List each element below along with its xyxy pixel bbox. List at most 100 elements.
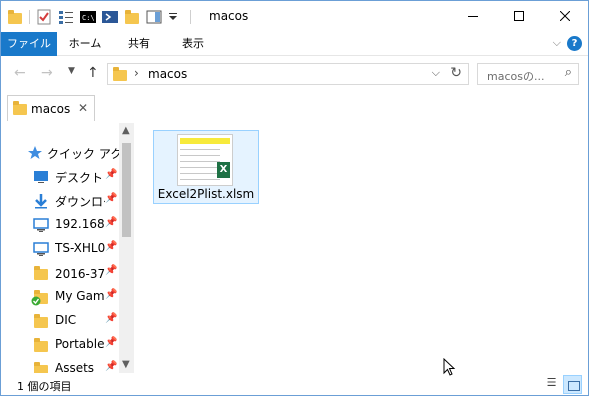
- scroll-down-icon[interactable]: ▼: [122, 359, 130, 370]
- title-bar: C:\ macos: [1, 1, 588, 32]
- status-bar: 1 個の項目 ☰: [1, 374, 588, 396]
- tab-home[interactable]: ホーム: [63, 32, 107, 56]
- pin-icon[interactable]: 📌: [105, 337, 117, 348]
- scroll-up-icon[interactable]: ▲: [122, 125, 130, 136]
- star-icon: [27, 145, 43, 161]
- folder-sync-icon: [31, 289, 49, 306]
- sidebar-item-2016[interactable]: 2016-37日 📌: [1, 261, 119, 285]
- pin-icon[interactable]: 📌: [105, 313, 117, 324]
- sidebar-item-network-ts-xhl[interactable]: TS-XHL0 📌: [1, 237, 119, 261]
- excel-icon: X: [217, 162, 230, 178]
- sidebar-item-portable[interactable]: Portable 📌: [1, 333, 119, 357]
- network-pc-icon: [33, 241, 49, 257]
- folder-icon: [33, 313, 49, 329]
- breadcrumb-chevron-icon[interactable]: ›: [134, 66, 139, 80]
- new-folder-icon[interactable]: [124, 9, 140, 25]
- minimize-button[interactable]: [450, 1, 496, 31]
- sidebar-item-label: DIC: [55, 313, 77, 327]
- pin-icon[interactable]: 📌: [105, 169, 117, 180]
- tab-share[interactable]: 共有: [117, 32, 161, 56]
- folder-icon: [33, 337, 49, 353]
- navigation-pane: クイック アクセス デスクトップ 📌 ダウンロード 📌 192.168.0 📌: [1, 123, 134, 373]
- search-icon: ⌕: [564, 65, 572, 80]
- sidebar-item-label: My Game: [55, 289, 105, 303]
- back-arrow-icon[interactable]: ←: [14, 65, 26, 81]
- up-arrow-icon[interactable]: ↑: [87, 65, 99, 81]
- folder-tab-label: macos: [31, 102, 71, 116]
- folder-icon: [33, 265, 49, 281]
- svg-text:C:\: C:\: [82, 14, 95, 22]
- sidebar-item-label: ダウンロード: [55, 195, 105, 209]
- pin-icon[interactable]: 📌: [105, 217, 117, 228]
- pin-icon[interactable]: 📌: [105, 289, 117, 300]
- tab-view[interactable]: 表示: [171, 32, 215, 56]
- sidebar-item-assets[interactable]: Assets 📌: [1, 357, 119, 373]
- sidebar-item-quick-access[interactable]: クイック アクセス: [1, 141, 119, 165]
- navigation-scrollbar[interactable]: ▲ ▼: [119, 123, 134, 373]
- details-view-icon[interactable]: ☰: [543, 376, 560, 393]
- powershell-icon[interactable]: [102, 9, 118, 25]
- pin-icon[interactable]: 📌: [105, 361, 117, 372]
- folder-icon: [33, 361, 49, 373]
- search-input[interactable]: macosの...: [487, 68, 544, 84]
- pin-icon[interactable]: 📌: [105, 265, 117, 276]
- sidebar-item-label: TS-XHL0: [55, 241, 105, 255]
- customize-toolbar-dropdown-icon[interactable]: [168, 9, 184, 25]
- address-bar[interactable]: › macos ⌵ ↻: [107, 63, 469, 85]
- file-name[interactable]: Excel2Plist.xlsm: [154, 187, 258, 201]
- sidebar-item-label: 192.168.0: [55, 217, 105, 231]
- maximize-icon: [514, 11, 524, 21]
- sidebar-item-dic[interactable]: DIC 📌: [1, 309, 119, 333]
- desktop-icon: [33, 169, 49, 185]
- quick-access-toolbar: C:\: [7, 8, 197, 26]
- maximize-button[interactable]: [496, 1, 542, 31]
- explorer-window: C:\ macos ファイル ホーム 共有 表示 ⌵ ? ← → ▼ ↑ › m…: [0, 0, 589, 396]
- forward-arrow-icon[interactable]: →: [41, 65, 53, 81]
- address-dropdown-icon[interactable]: ⌵: [432, 66, 440, 80]
- download-icon: [33, 193, 49, 209]
- window-title: macos: [209, 9, 249, 23]
- file-item[interactable]: X Excel2Plist.xlsm: [153, 130, 259, 204]
- breadcrumb[interactable]: macos: [148, 67, 187, 81]
- expand-ribbon-icon[interactable]: ⌵: [553, 36, 561, 50]
- pin-icon[interactable]: 📌: [105, 193, 117, 204]
- folder-icon: [7, 9, 23, 25]
- view-list-icon[interactable]: [58, 9, 74, 25]
- network-pc-icon: [33, 217, 49, 233]
- sidebar-item-network-192[interactable]: 192.168.0 📌: [1, 213, 119, 237]
- sidebar-item-desktop[interactable]: デスクトップ 📌: [1, 165, 119, 189]
- scrollbar-thumb[interactable]: [122, 143, 131, 237]
- close-button[interactable]: [542, 1, 588, 31]
- sidebar-item-label: Assets: [55, 361, 95, 373]
- large-icons-view-icon[interactable]: [563, 375, 582, 394]
- properties-check-icon[interactable]: [36, 9, 52, 25]
- minimize-icon: [468, 16, 478, 17]
- sidebar-item-my-game[interactable]: My Game 📌: [1, 285, 119, 309]
- tab-file[interactable]: ファイル: [1, 32, 57, 56]
- sidebar-item-downloads[interactable]: ダウンロード 📌: [1, 189, 119, 213]
- preview-pane-icon[interactable]: [146, 9, 162, 25]
- folder-tab-strip: macos ✕: [1, 93, 588, 121]
- sidebar-item-label: Portable: [55, 337, 105, 351]
- item-count: 1 個の項目: [17, 380, 72, 393]
- pin-icon[interactable]: 📌: [105, 241, 117, 252]
- folder-tab[interactable]: macos ✕: [7, 95, 95, 121]
- folder-icon: [112, 66, 128, 82]
- separator: [190, 10, 191, 24]
- ribbon: ファイル ホーム 共有 表示 ⌵ ?: [1, 32, 588, 56]
- file-list-area[interactable]: X Excel2Plist.xlsm: [135, 123, 588, 376]
- close-icon: [560, 11, 570, 21]
- command-prompt-icon[interactable]: C:\: [80, 9, 96, 25]
- close-tab-icon[interactable]: ✕: [78, 101, 88, 115]
- spreadsheet-thumbnail-icon: [177, 134, 233, 186]
- sidebar-item-label: デスクトップ: [55, 171, 105, 185]
- help-icon[interactable]: ?: [567, 36, 582, 51]
- separator: [29, 10, 30, 24]
- sidebar-item-label: 2016-37日: [55, 267, 105, 281]
- sidebar-item-label: クイック アクセス: [47, 147, 119, 161]
- search-box[interactable]: macosの... ⌕: [477, 63, 579, 85]
- address-row: ← → ▼ ↑ › macos ⌵ ↻ macosの... ⌕: [1, 57, 588, 91]
- recent-locations-chevron-icon[interactable]: ▼: [68, 66, 75, 76]
- folder-icon: [12, 100, 28, 116]
- refresh-icon[interactable]: ↻: [450, 65, 462, 81]
